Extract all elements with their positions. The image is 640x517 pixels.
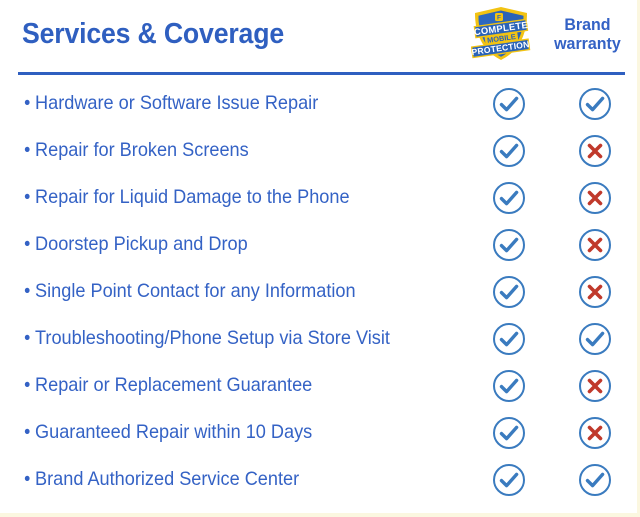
service-row: • Single Point Contact for any Informatio… [0,268,637,315]
check-circle-icon [493,416,525,449]
bullet-dot: • [24,234,31,255]
cmp-coverage-cell [465,228,553,262]
bullet-dot: • [24,140,31,161]
brand-warranty-coverage-cell [553,322,637,356]
cmp-coverage-cell [465,134,553,168]
service-label-text: Repair for Liquid Damage to the Phone [35,186,350,208]
check-circle-icon [493,181,525,214]
cross-circle-icon [579,416,611,449]
page-title: Services & Coverage [22,18,284,50]
service-label: • Troubleshooting/Phone Setup via Store V… [0,327,432,350]
brand-warranty-coverage-cell [553,275,637,309]
bullet-dot: • [24,328,31,349]
service-label-text: Repair for Broken Screens [35,139,249,161]
bullet-dot: • [24,375,31,396]
cmp-coverage-cell [465,416,553,450]
cross-circle-icon [579,275,611,308]
service-row: • Doorstep Pickup and Drop [0,221,637,268]
brand-warranty-coverage-cell [553,181,637,215]
column-header-brand-warranty: Brand warranty [545,15,629,53]
service-label-text: Guaranteed Repair within 10 Days [35,421,313,443]
service-row: • Repair for Broken Screens [0,127,637,174]
service-label-text: Troubleshooting/Phone Setup via Store Vi… [35,327,390,349]
brand-warranty-coverage-cell [553,369,637,403]
service-row: • Repair for Liquid Damage to the Phone [0,174,637,221]
cross-circle-icon [579,134,611,167]
service-label: • Brand Authorized Service Center [0,468,432,491]
cmp-coverage-cell [465,322,553,356]
header-divider [18,72,625,75]
check-circle-icon [493,228,525,261]
check-circle-icon [493,322,525,355]
check-circle-icon [493,87,525,120]
check-circle-icon [579,463,611,496]
bullet-dot: • [24,281,31,302]
service-row: • Guaranteed Repair within 10 Days [0,409,637,456]
service-label-text: Single Point Contact for any Information [35,280,356,302]
cmp-coverage-cell [465,275,553,309]
brand-warranty-coverage-cell [553,87,637,121]
service-label: • Repair or Replacement Guarantee [0,374,432,397]
service-label: • Doorstep Pickup and Drop [0,233,432,256]
service-row: • Repair or Replacement Guarantee [0,362,637,409]
cmp-coverage-cell [465,87,553,121]
column-header-cmp: F COMPLETE MOBILE PROTECTION [457,6,545,62]
service-label: • Repair for Broken Screens [0,139,432,162]
complete-mobile-protection-logo: F COMPLETE MOBILE PROTECTION [471,7,531,60]
cmp-coverage-cell [465,369,553,403]
cmp-coverage-cell [465,181,553,215]
bullet-dot: • [24,422,31,443]
bullet-dot: • [24,93,31,114]
service-label-text: Brand Authorized Service Center [35,468,300,490]
cross-circle-icon [579,228,611,261]
service-row: • Hardware or Software Issue Repair [0,80,637,127]
svg-text:F: F [497,15,501,22]
brand-warranty-label: Brand warranty [554,15,621,53]
service-label: • Repair for Liquid Damage to the Phone [0,186,432,209]
column-headers: F COMPLETE MOBILE PROTECTION Brand warra… [457,6,629,62]
service-label-text: Repair or Replacement Guarantee [35,374,313,396]
brand-warranty-coverage-cell [553,228,637,262]
brand-warranty-coverage-cell [553,463,637,497]
cross-circle-icon [579,181,611,214]
brand-warranty-coverage-cell [553,134,637,168]
check-circle-icon [493,275,525,308]
check-circle-icon [493,463,525,496]
card-header: Services & Coverage F COMPLETE MOBILE PR… [0,0,637,72]
cmp-coverage-cell [465,463,553,497]
service-label: • Hardware or Software Issue Repair [0,92,432,115]
services-list: • Hardware or Software Issue Repair • Repai… [0,80,637,503]
service-label-text: Hardware or Software Issue Repair [35,92,319,114]
service-label: • Guaranteed Repair within 10 Days [0,421,432,444]
bullet-dot: • [24,187,31,208]
check-circle-icon [579,322,611,355]
brand-warranty-coverage-cell [553,416,637,450]
check-circle-icon [493,134,525,167]
service-label: • Single Point Contact for any Informatio… [0,280,432,303]
services-coverage-card: Services & Coverage F COMPLETE MOBILE PR… [0,0,640,517]
service-label-text: Doorstep Pickup and Drop [35,233,248,255]
brand-warranty-line1: Brand [563,14,611,34]
bullet-dot: • [24,469,31,490]
check-circle-icon [579,87,611,120]
service-row: • Troubleshooting/Phone Setup via Store V… [0,315,637,362]
service-row: • Brand Authorized Service Center [0,456,637,503]
check-circle-icon [493,369,525,402]
cross-circle-icon [579,369,611,402]
brand-warranty-line2: warranty [553,34,621,53]
